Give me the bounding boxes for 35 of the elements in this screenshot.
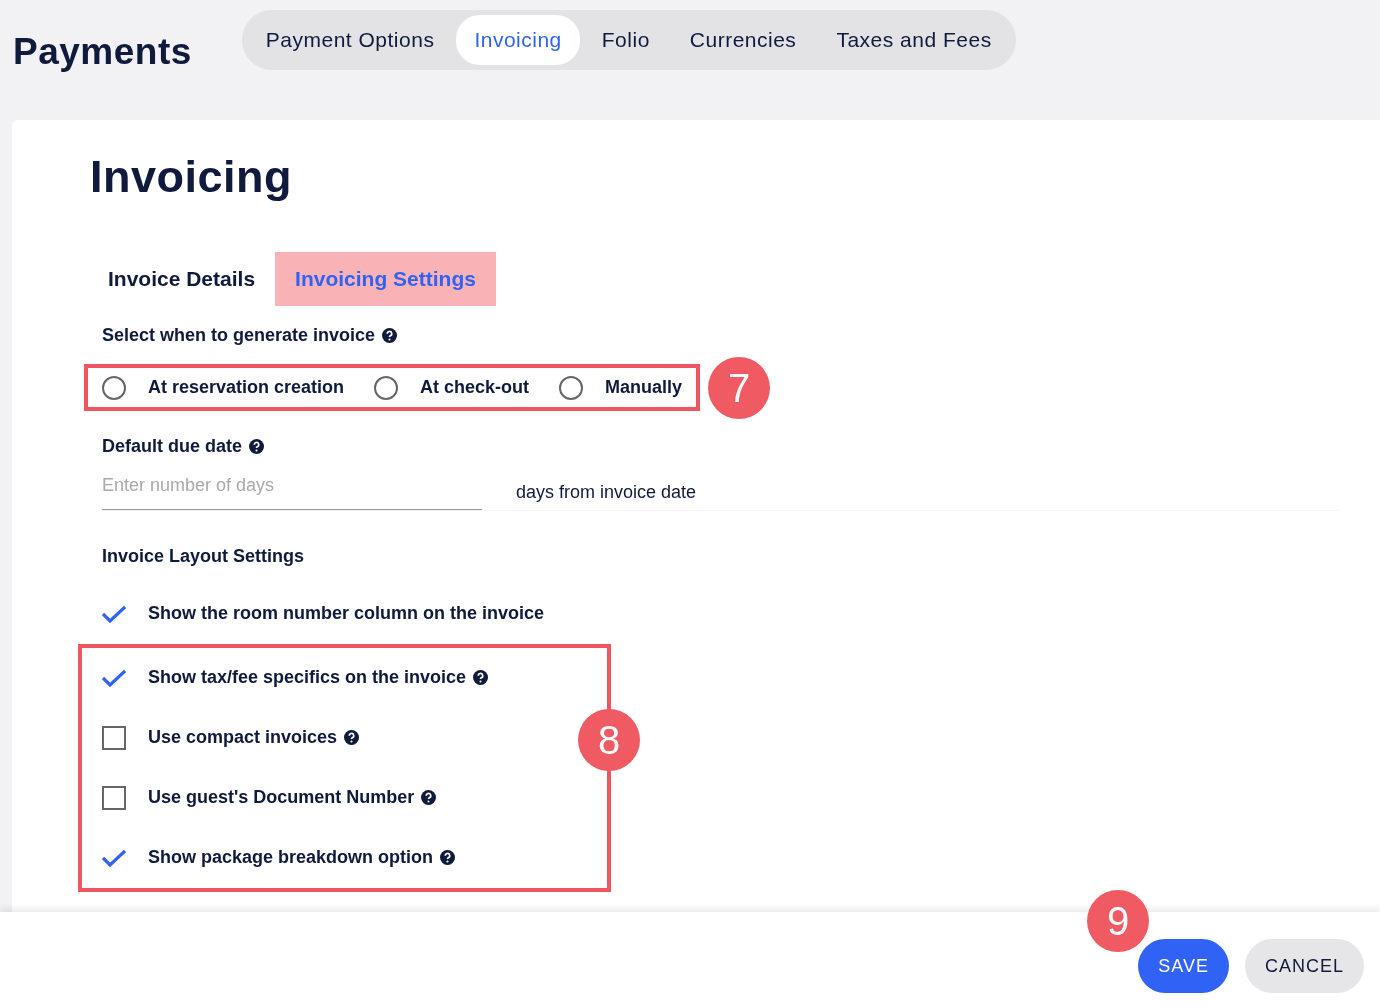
option-label: Show package breakdown option bbox=[148, 846, 434, 869]
section-title: Invoice Layout Settings bbox=[102, 544, 306, 568]
field-label: Select when to generate invoice bbox=[102, 323, 376, 347]
option-label: Show the room number column on the invoice bbox=[148, 602, 545, 625]
option-label: At reservation creation bbox=[148, 376, 345, 399]
subtab[interactable]: Invoice Details bbox=[88, 252, 276, 306]
help-icon[interactable] bbox=[382, 327, 398, 343]
unit-text: days from invoice date bbox=[516, 480, 697, 504]
callout-badge: 8 bbox=[578, 709, 640, 771]
help-icon[interactable] bbox=[249, 438, 265, 454]
tab[interactable]: Taxes and Fees bbox=[818, 15, 1010, 65]
radio-button[interactable] bbox=[374, 375, 399, 400]
tab[interactable]: Payment Options bbox=[247, 15, 453, 65]
help-icon[interactable] bbox=[344, 730, 360, 745]
cancel-button[interactable]: CANCEL bbox=[1244, 939, 1364, 993]
option-label: At check-out bbox=[420, 376, 530, 399]
radio-button[interactable] bbox=[559, 375, 584, 400]
tab[interactable]: Invoicing bbox=[456, 15, 580, 65]
save-button[interactable]: SAVE bbox=[1138, 939, 1229, 993]
option-label: Manually bbox=[605, 376, 683, 399]
checkbox[interactable] bbox=[102, 725, 126, 750]
help-icon[interactable] bbox=[421, 790, 437, 805]
help-icon[interactable] bbox=[473, 670, 489, 685]
checkbox[interactable] bbox=[102, 785, 126, 810]
tab[interactable]: Currencies bbox=[671, 15, 815, 65]
help-icon[interactable] bbox=[440, 850, 456, 865]
option-label: Use compact invoices bbox=[148, 726, 338, 749]
option-label: Show tax/fee specifics on the invoice bbox=[148, 666, 467, 689]
page-title: Invoicing bbox=[90, 150, 293, 204]
radio-button[interactable] bbox=[102, 375, 126, 400]
option-label: Use guest's Document Number bbox=[148, 786, 415, 809]
tab[interactable]: Folio bbox=[583, 15, 668, 65]
app-title: Payments bbox=[13, 30, 192, 74]
callout-badge: 7 bbox=[708, 356, 771, 419]
field-label: Default due date bbox=[102, 434, 243, 458]
